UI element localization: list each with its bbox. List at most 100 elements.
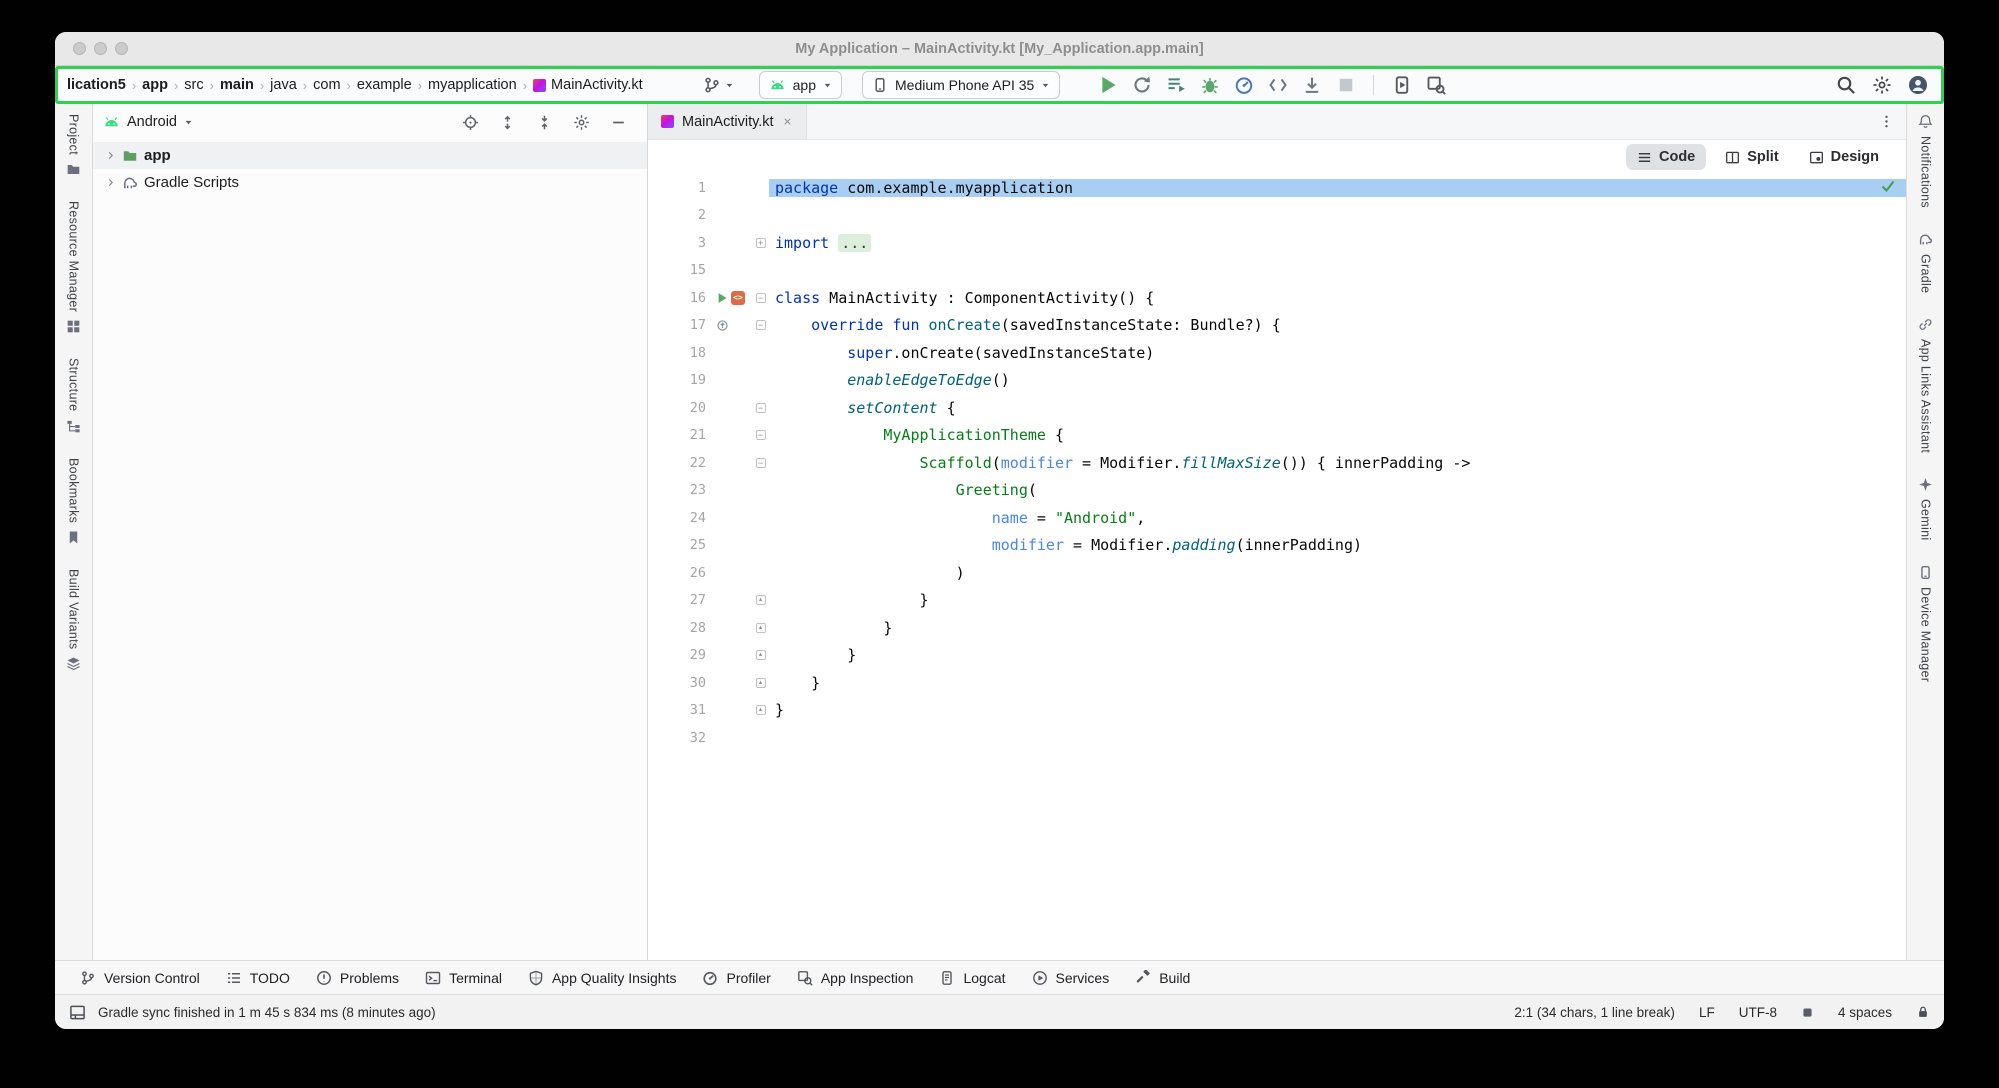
tool-stripe-device-manager[interactable]: Device Manager [1918,565,1933,682]
caret-position[interactable]: 2:1 (34 chars, 1 line break) [1514,1005,1675,1020]
tool-button-app-inspection[interactable]: App Inspection [784,961,927,994]
collapse-all-button[interactable] [536,114,553,131]
code-line-22[interactable]: 22 − Scaffold(modifier = Modifier.fillMa… [648,449,1906,477]
settings-button[interactable] [1868,72,1895,98]
device-select[interactable]: Medium Phone API 35 [862,71,1060,99]
view-mode-split[interactable]: Split [1714,144,1789,170]
close-window-button[interactable] [73,42,86,55]
tree-item-gradle-scripts[interactable]: Gradle Scripts [93,169,647,196]
fold-collapse-icon[interactable]: − [756,293,766,303]
code-line-27[interactable]: 27 ▴ } [648,587,1906,615]
tool-stripe-build-variants[interactable]: Build Variants [66,569,81,671]
layout-inspector-button[interactable] [1422,72,1449,98]
breadcrumb-item-java[interactable]: java [269,77,298,93]
tool-stripe-resource-manager[interactable]: Resource Manager [66,201,81,334]
stop-button[interactable] [1332,72,1359,98]
status-message[interactable]: Gradle sync finished in 1 m 45 s 834 ms … [98,1005,436,1020]
indent-style[interactable]: 4 spaces [1838,1005,1892,1020]
hide-panel-button[interactable] [610,114,627,131]
breadcrumb-item-lication5[interactable]: lication5 [66,77,127,93]
breadcrumb-item-app[interactable]: app [141,77,169,93]
breadcrumb-item-com[interactable]: com [312,77,341,93]
fold-collapse-icon[interactable]: − [756,458,766,468]
close-tab-icon[interactable] [782,116,793,127]
attach-debugger-button[interactable] [1298,72,1325,98]
run-config-select[interactable]: app [759,71,842,99]
zoom-window-button[interactable] [115,42,128,55]
code-line-30[interactable]: 30 ▴ } [648,669,1906,697]
code-line-20[interactable]: 20 − setContent { [648,394,1906,422]
code-line-17[interactable]: 17 − override fun onCreate(savedInstance… [648,312,1906,340]
apply-changes-button[interactable] [1128,72,1155,98]
code-line-32[interactable]: 32 [648,724,1906,752]
profile-avatar[interactable] [1904,72,1931,98]
apply-code-changes-button[interactable] [1264,72,1291,98]
expand-all-button[interactable] [499,114,516,131]
tool-window-layout-icon[interactable] [69,1004,86,1021]
breadcrumb-item-src[interactable]: src [183,77,204,93]
tool-button-services[interactable]: Services [1019,961,1123,994]
code-editor[interactable]: 1 package com.example.myapplication 2 3 … [648,174,1906,960]
breadcrumb-item-example[interactable]: example [356,77,413,93]
code-line-1[interactable]: 1 package com.example.myapplication [648,174,1906,202]
minimize-window-button[interactable] [94,42,107,55]
tool-stripe-project[interactable]: Project [66,114,81,177]
vcs-widget[interactable] [698,73,739,97]
readonly-lock-icon[interactable] [1916,1005,1930,1019]
chevron-right-icon[interactable] [105,150,116,161]
code-line-28[interactable]: 28 ▴ } [648,614,1906,642]
code-line-16[interactable]: 16 <> − class MainActivity : ComponentAc… [648,284,1906,312]
code-line-3[interactable]: 3 + import ... [648,229,1906,257]
run-button[interactable] [1094,72,1121,98]
panel-settings-button[interactable] [573,114,590,131]
code-line-2[interactable]: 2 [648,202,1906,230]
tool-stripe-notifications[interactable]: Notifications [1918,114,1933,208]
chevron-right-icon[interactable] [105,177,116,188]
select-opened-file-button[interactable] [462,114,479,131]
editor-options-icon[interactable] [1879,114,1894,129]
tool-stripe-gradle[interactable]: Gradle [1918,232,1933,293]
tool-button-build[interactable]: Build [1122,961,1203,994]
tool-stripe-gemini[interactable]: Gemini [1918,477,1933,540]
code-line-29[interactable]: 29 ▴ } [648,642,1906,670]
code-line-31[interactable]: 31 ▴ } [648,697,1906,725]
line-separator[interactable]: LF [1699,1005,1715,1020]
fold-expand-icon[interactable]: + [756,238,766,248]
tool-button-todo[interactable]: TODO [213,961,303,994]
tree-item-app[interactable]: app [93,142,647,169]
override-gutter-icon[interactable] [716,319,729,332]
tool-stripe-structure[interactable]: Structure [66,358,81,433]
debug-button[interactable] [1196,72,1223,98]
code-line-24[interactable]: 24 name = "Android", [648,504,1906,532]
running-devices-button[interactable] [1388,72,1415,98]
view-mode-design[interactable]: Design [1798,144,1890,170]
indicator-icon[interactable] [1801,1006,1814,1019]
compose-gutter-icon[interactable]: <> [731,291,745,305]
code-line-18[interactable]: 18 super.onCreate(savedInstanceState) [648,339,1906,367]
view-mode-code[interactable]: Code [1626,144,1706,170]
tool-button-version-control[interactable]: Version Control [67,961,213,994]
code-line-26[interactable]: 26 ) [648,559,1906,587]
code-line-21[interactable]: 21 − MyApplicationTheme { [648,422,1906,450]
fold-collapse-icon[interactable]: − [756,430,766,440]
tool-button-problems[interactable]: Problems [303,961,412,994]
inspection-status-icon[interactable] [1880,178,1896,194]
fold-collapse-icon[interactable]: − [756,320,766,330]
tool-button-terminal[interactable]: Terminal [412,961,515,994]
tool-button-profiler[interactable]: Profiler [689,961,783,994]
code-line-23[interactable]: 23 Greeting( [648,477,1906,505]
code-line-25[interactable]: 25 modifier = Modifier.padding(innerPadd… [648,532,1906,560]
project-view-selector[interactable]: Android [103,114,193,131]
profi_ler-button[interactable] [1230,72,1257,98]
run-gutter-icon[interactable] [716,292,728,304]
file-encoding[interactable]: UTF-8 [1739,1005,1777,1020]
tool-stripe-app-links-assistant[interactable]: App Links Assistant [1918,317,1933,453]
tool-button-app-quality-insights[interactable]: App Quality Insights [515,961,690,994]
breadcrumb-item-main[interactable]: main [219,77,255,93]
run-menu-button[interactable] [1162,72,1189,98]
code-line-15[interactable]: 15 [648,257,1906,285]
code-line-19[interactable]: 19 enableEdgeToEdge() [648,367,1906,395]
tool-stripe-bookmarks[interactable]: Bookmarks [66,458,81,545]
breadcrumb-item-mainactivity-kt[interactable]: MainActivity.kt [532,77,644,93]
fold-collapse-icon[interactable]: − [756,403,766,413]
